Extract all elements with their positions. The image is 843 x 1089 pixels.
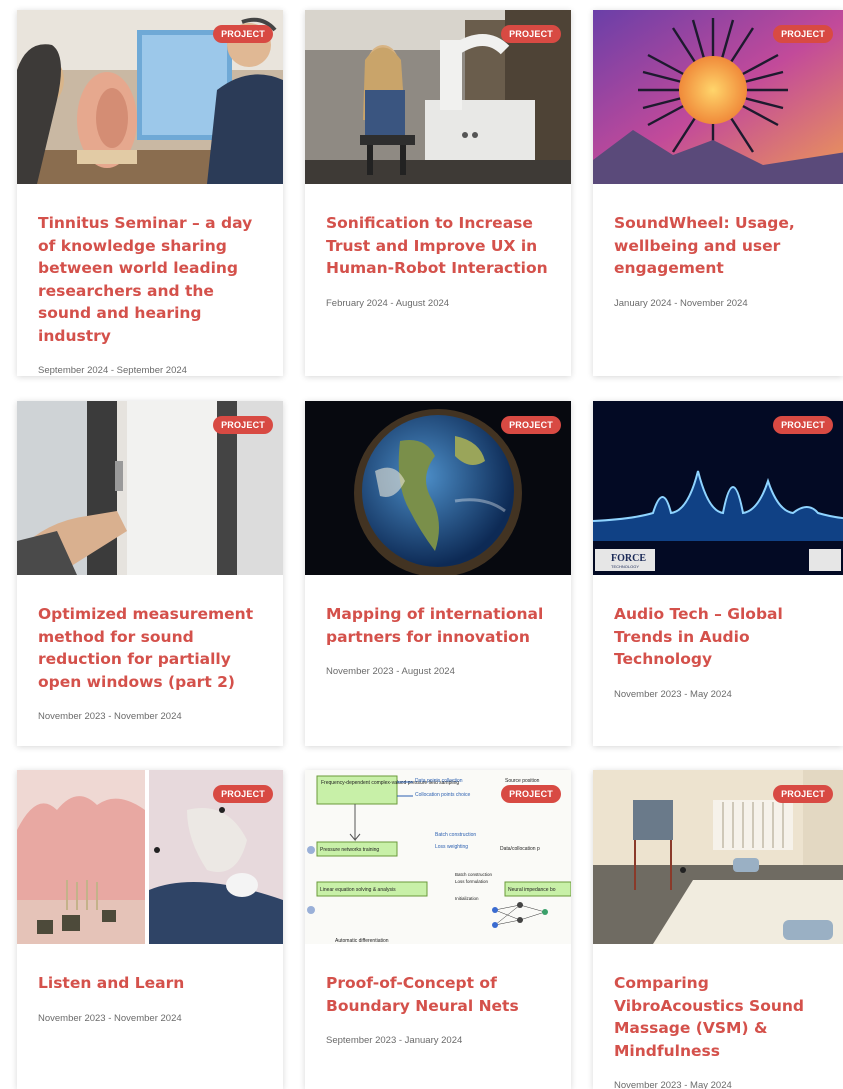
svg-text:Data points collection: Data points collection [415,778,463,784]
card-image[interactable]: PROJECT [593,770,843,944]
svg-text:Neural impedance bo: Neural impedance bo [508,887,556,893]
card-title[interactable]: Mapping of international partners for in… [326,603,551,648]
svg-text:Collocation points choice: Collocation points choice [415,792,471,798]
project-card[interactable]: PROJECT Comparing VibroAcoustics Sound M… [593,770,843,1089]
card-image[interactable]: PROJECT [17,770,283,944]
project-badge: PROJECT [773,785,833,803]
project-card[interactable]: Frequency-dependent complex-valued press… [305,770,571,1089]
project-badge: PROJECT [213,416,273,434]
project-badge: PROJECT [501,785,561,803]
project-badge: PROJECT [501,416,561,434]
svg-text:Batch construction: Batch construction [435,832,476,838]
card-title[interactable]: Tinnitus Seminar – a day of knowledge sh… [38,212,263,347]
card-image[interactable]: PROJECT [17,10,283,184]
project-badge: PROJECT [501,25,561,43]
card-image[interactable]: PROJECT [17,401,283,575]
svg-text:Loss weighting: Loss weighting [435,844,468,850]
svg-text:Batch construction: Batch construction [455,872,493,877]
card-date: November 2023 - May 2024 [614,688,732,700]
project-grid: PROJECT Tinnitus Seminar – a day of know… [0,0,843,1089]
card-image[interactable]: FORCE TECHNOLOGY PROJECT [593,401,843,575]
svg-text:Automatic differentiation: Automatic differentiation [335,938,389,944]
card-image[interactable]: PROJECT [305,10,571,184]
project-card[interactable]: FORCE TECHNOLOGY PROJECT Audio Tech – Gl… [593,401,843,746]
card-image[interactable]: PROJECT [305,401,571,575]
card-image[interactable]: PROJECT [593,10,843,184]
card-date: November 2023 - May 2024 [614,1080,732,1089]
card-title[interactable]: Optimized measurement method for sound r… [38,603,263,693]
card-title[interactable]: Proof-of-Concept of Boundary Neural Nets [326,972,551,1017]
project-badge: PROJECT [213,785,273,803]
svg-text:Linear equation solving & anal: Linear equation solving & analysis [320,887,396,893]
project-badge: PROJECT [773,25,833,43]
card-date: January 2024 - November 2024 [614,297,748,309]
svg-text:Pressure networks training: Pressure networks training [320,847,379,853]
card-title[interactable]: Listen and Learn [38,972,263,995]
card-title[interactable]: Sonification to Increase Trust and Impro… [326,212,551,280]
svg-text:Initialization: Initialization [455,896,479,901]
project-card[interactable]: PROJECT Optimized measurement method for… [17,401,283,746]
svg-text:FORCE: FORCE [611,553,646,564]
card-title[interactable]: Comparing VibroAcoustics Sound Massage (… [614,972,823,1062]
project-card[interactable]: PROJECT Tinnitus Seminar – a day of know… [17,10,283,376]
project-card[interactable]: PROJECT Listen and Learn November 2023 -… [17,770,283,1089]
card-date: November 2023 - November 2024 [38,1012,182,1024]
svg-text:TECHNOLOGY: TECHNOLOGY [611,564,639,569]
card-date: November 2023 - August 2024 [326,666,455,677]
svg-text:Data/collocation p: Data/collocation p [500,846,540,852]
card-date: September 2023 - January 2024 [326,1035,463,1046]
card-date: September 2024 - September 2024 [38,365,187,376]
card-title[interactable]: SoundWheel: Usage, wellbeing and user en… [614,212,823,280]
card-title[interactable]: Audio Tech – Global Trends in Audio Tech… [614,603,823,671]
svg-text:Source position: Source position [505,778,540,784]
card-date: February 2024 - August 2024 [326,297,450,309]
svg-text:Loss formulation: Loss formulation [455,879,489,884]
card-date: November 2023 - November 2024 [38,711,182,722]
project-badge: PROJECT [773,416,833,434]
project-card[interactable]: PROJECT Sonification to Increase Trust a… [305,10,571,376]
card-image[interactable]: Frequency-dependent complex-valued press… [305,770,571,944]
project-badge: PROJECT [213,25,273,43]
project-card[interactable]: PROJECT Mapping of international partner… [305,401,571,746]
project-card[interactable]: PROJECT SoundWheel: Usage, wellbeing and… [593,10,843,376]
